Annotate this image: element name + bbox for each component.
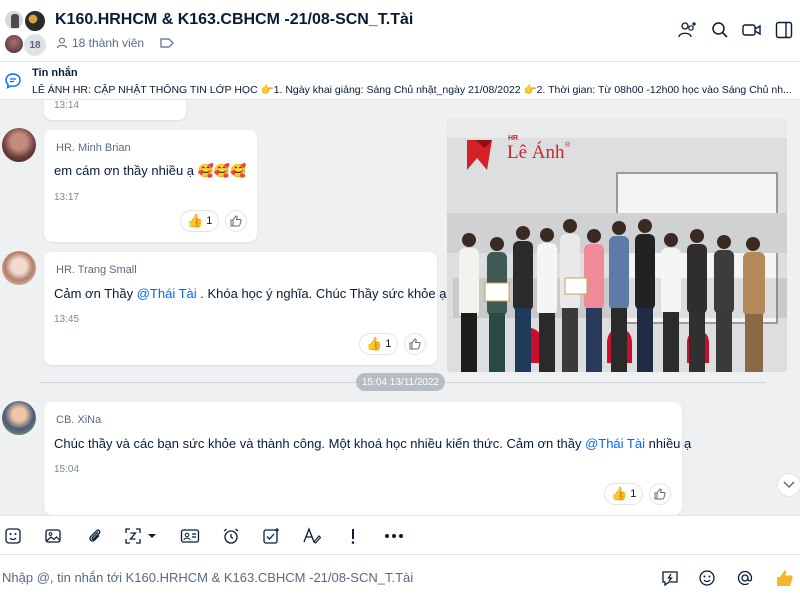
group-avatar[interactable]: 18 (2, 8, 48, 56)
members-link[interactable]: 18 thành viên (56, 36, 144, 50)
message-bubble[interactable]: HR. Trang Small Cảm ơn Thầy @Thái Tài . … (44, 252, 450, 365)
thumbs-up-icon: 👍 (611, 486, 628, 501)
add-member-icon[interactable] (678, 20, 698, 40)
thumbs-up-icon: 👍 (187, 213, 204, 228)
like-outline-icon (654, 488, 666, 500)
react-button[interactable] (649, 483, 671, 505)
message-text-part: . Khóa học ý nghĩa. Chúc Thầy sức khỏe ạ… (196, 286, 451, 301)
message-list[interactable]: 13:14 HR. Minh Brian em cám ơn thầy nhiề… (0, 100, 800, 515)
contact-card-icon[interactable] (179, 525, 201, 547)
date-chip: 15:04 13/11/2022 (356, 373, 446, 391)
message-bubble[interactable]: HR. Minh Brian em cám ơn thầy nhiều ạ 🥰🥰… (44, 130, 257, 242)
mention-icon[interactable] (735, 568, 755, 588)
sticker-icon[interactable] (2, 525, 24, 547)
mention-link[interactable]: @Thái Tài (137, 286, 197, 301)
scroll-to-bottom-button[interactable] (777, 473, 800, 497)
message-time: 13:14 (54, 100, 80, 111)
thumbs-up-icon: 👍 (366, 336, 383, 351)
chevron-down-icon (783, 481, 795, 489)
avatar[interactable] (2, 128, 36, 162)
message-text-part: Chúc thầy và các bạn sức khỏe và thành c… (54, 436, 586, 451)
logo-text: Lê Ánh (507, 142, 565, 163)
image-icon[interactable] (42, 525, 64, 547)
avatar[interactable] (2, 401, 36, 435)
sender-name[interactable]: HR. Trang Small (56, 264, 137, 276)
screenshot-icon[interactable] (124, 525, 160, 547)
pinned-message-bar[interactable]: Tin nhắn LÊ ÁNH HR: CẬP NHẬT THÔNG TIN L… (0, 62, 800, 100)
photo-message[interactable]: HR Lê Ánh ® (447, 118, 787, 372)
search-icon[interactable] (710, 20, 730, 40)
message-text: Chúc thầy và các bạn sức khỏe và thành c… (54, 436, 691, 451)
composer-toolbar (0, 515, 800, 555)
logo-prefix: HR (508, 135, 519, 142)
format-text-icon[interactable] (301, 525, 323, 547)
message-text: em cám ơn thầy nhiều ạ 🥰🥰🥰 (54, 163, 247, 178)
quick-message-icon[interactable] (660, 568, 680, 588)
reaction-summary[interactable]: 👍 1 (359, 333, 399, 355)
reaction-count: 1 (385, 338, 392, 350)
message-time: 15:04 (54, 464, 80, 475)
thumbs-up-icon[interactable] (774, 568, 796, 588)
like-outline-icon (230, 215, 242, 227)
chat-header: 18 K160.HRHCM & K163.CBHCM -21/08-SCN_T.… (0, 0, 800, 62)
member-avatar (24, 10, 46, 32)
reaction-count: 1 (206, 215, 213, 227)
reaction-count: 1 (630, 488, 637, 500)
urgent-icon[interactable] (342, 525, 364, 547)
members-label: 18 thành viên (72, 36, 145, 50)
reminder-icon[interactable] (220, 525, 242, 547)
message-time: 13:45 (54, 314, 80, 325)
task-icon[interactable] (260, 525, 282, 547)
reaction-summary[interactable]: 👍 1 (180, 210, 220, 232)
message-text-part: Cảm ơn Thầy (54, 286, 137, 301)
member-avatar (4, 10, 24, 30)
conversation-title[interactable]: K160.HRHCM & K163.CBHCM -21/08-SCN_T.Tài (55, 11, 413, 29)
message-icon (5, 73, 21, 89)
message-text: Cảm ơn Thầy @Thái Tài . Khóa học ý nghĩa… (54, 286, 450, 301)
more-icon[interactable] (383, 525, 405, 547)
member-count-badge: 18 (24, 34, 46, 56)
react-button[interactable] (404, 333, 426, 355)
video-call-icon[interactable] (742, 20, 762, 40)
emoji-icon[interactable] (697, 568, 717, 588)
like-outline-icon (409, 338, 421, 350)
message-bubble[interactable]: CB. XiNa Chúc thầy và các bạn sức khỏe v… (44, 402, 691, 515)
message-time: 13:17 (54, 192, 80, 203)
user-icon (56, 37, 68, 49)
react-button[interactable] (225, 210, 247, 232)
sender-name[interactable]: CB. XiNa (56, 414, 101, 426)
attachment-icon[interactable] (84, 525, 106, 547)
mention-link[interactable]: @Thái Tài (585, 436, 645, 451)
message-input[interactable] (2, 567, 622, 587)
avatar[interactable] (2, 251, 36, 285)
tag-icon[interactable] (160, 38, 174, 48)
pinned-label: Tin nhắn (32, 67, 78, 79)
reaction-summary[interactable]: 👍 1 (604, 483, 644, 505)
pinned-text: LÊ ÁNH HR: CẬP NHẬT THÔNG TIN LỚP HỌC 👉1… (32, 84, 792, 96)
message-text-part: nhiều ạ (644, 436, 692, 451)
message-bubble[interactable]: 13:14 (44, 100, 186, 120)
message-composer (0, 555, 800, 600)
group-photo-image (447, 118, 787, 372)
sender-name[interactable]: HR. Minh Brian (56, 142, 131, 154)
logo-registered: ® (565, 142, 571, 149)
sidebar-toggle-icon[interactable] (774, 20, 794, 40)
member-avatar (4, 34, 24, 54)
